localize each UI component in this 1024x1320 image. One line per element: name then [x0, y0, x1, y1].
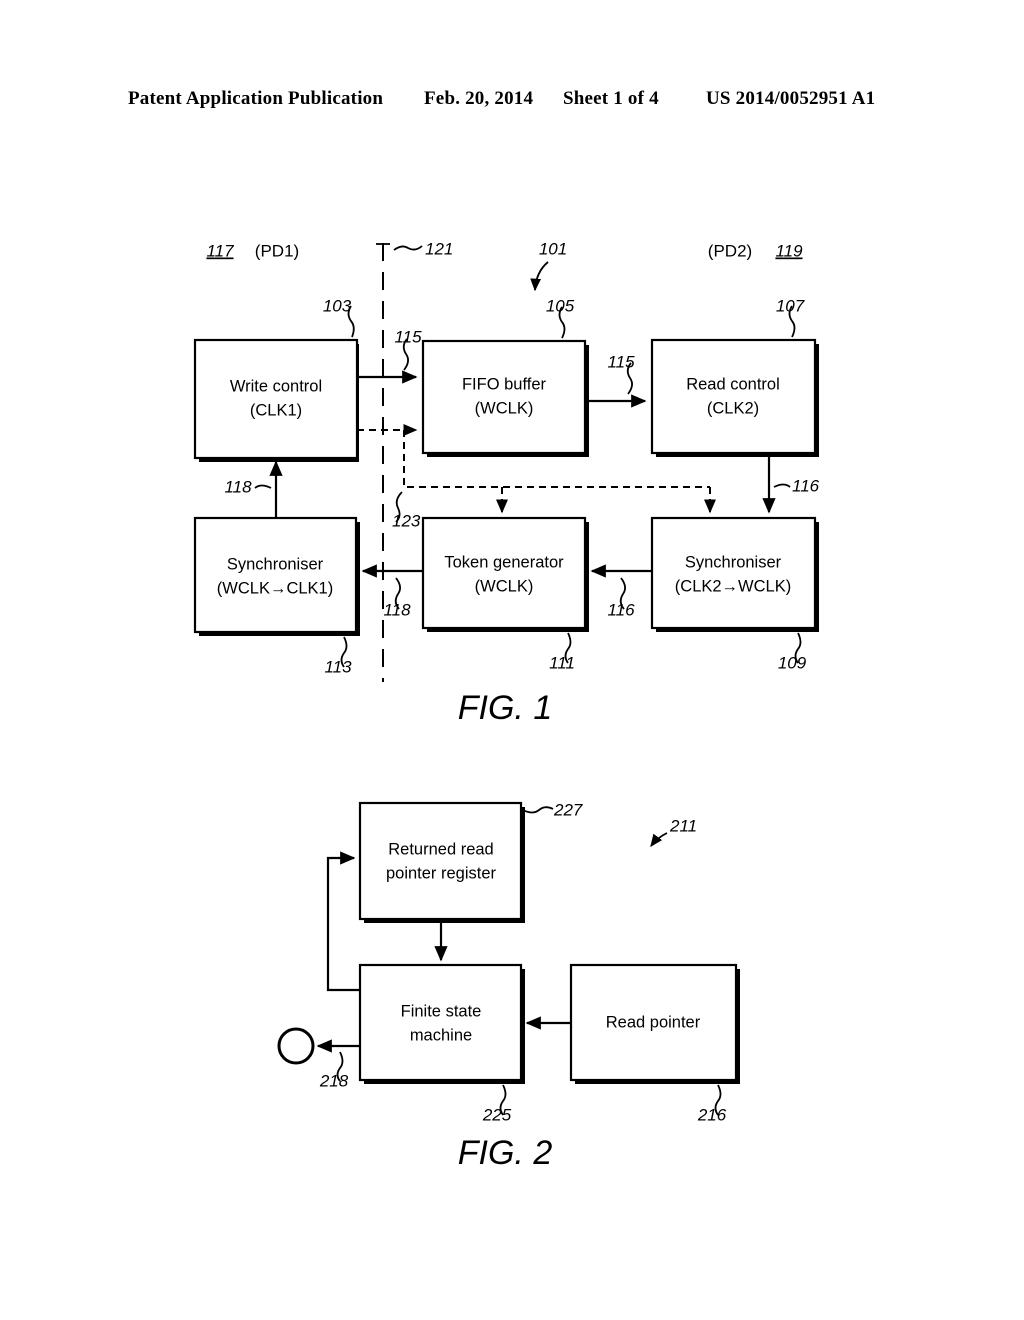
ref-118-a: 118 — [224, 477, 252, 496]
box-write-control — [193, 338, 359, 460]
box-sync2-line1: Synchroniser — [685, 553, 782, 571]
ref-107: 107 — [776, 296, 805, 315]
label-pd2: (PD2) — [708, 241, 752, 260]
box-fsm-line2: machine — [410, 1026, 472, 1044]
figures-drawing: 121 117 (PD1) (PD2) 119 101 Write contro… — [193, 239, 820, 1172]
boundary-leader — [393, 245, 423, 251]
ref-119: 119 — [775, 241, 803, 260]
box-read-control-line1: Read control — [686, 375, 780, 393]
box-fifo-buffer — [421, 339, 587, 455]
box-token-generator — [421, 516, 587, 630]
box-write-control-line1: Write control — [230, 377, 322, 395]
ref-121: 121 — [425, 239, 453, 258]
ref-113: 113 — [324, 657, 352, 676]
box-rrpr-line2: pointer register — [386, 864, 497, 882]
ref-116a-leader — [773, 483, 791, 488]
figure-2-caption: FIG. 2 — [458, 1134, 553, 1172]
box-fifo-buffer-line1: FIFO buffer — [462, 375, 547, 393]
ref-118a-leader — [254, 484, 272, 489]
box-finite-state-machine — [358, 963, 523, 1082]
box-sync1-line1: Synchroniser — [227, 555, 324, 573]
box-fifo-buffer-line2: (WCLK) — [475, 399, 534, 417]
figure-1-caption: FIG. 1 — [458, 689, 552, 727]
box-returned-read-pointer-register — [358, 801, 523, 921]
box-sync2-line2: (CLK2→WCLK) — [675, 577, 791, 595]
box-rrpr-line1: Returned read — [388, 840, 494, 858]
label-pd1: (PD1) — [255, 241, 299, 260]
ref-218: 218 — [319, 1071, 349, 1090]
box-token-generator-line2: (WCLK) — [475, 577, 534, 595]
ref-117: 117 — [206, 241, 234, 260]
ref-116-a: 116 — [792, 476, 820, 495]
ref-115-a: 115 — [394, 327, 422, 346]
ref-227-leader — [522, 806, 554, 814]
box-token-generator-line1: Token generator — [444, 553, 564, 571]
box-read-control-line2: (CLK2) — [707, 399, 759, 417]
box-read-pointer-label: Read pointer — [606, 1013, 701, 1031]
ref-101-leader — [530, 261, 549, 292]
ref-123: 123 — [392, 511, 421, 530]
ref-103: 103 — [323, 296, 352, 315]
ref-115-b: 115 — [607, 352, 635, 371]
wire-fsm-feedback-to-register — [326, 851, 360, 992]
ref-105: 105 — [546, 296, 575, 315]
ref-101: 101 — [539, 239, 567, 258]
ref-118-b: 118 — [383, 600, 411, 619]
box-write-control-line2: (CLK1) — [250, 401, 302, 419]
ref-111: 111 — [549, 653, 575, 672]
ref-211-leader — [650, 832, 668, 848]
box-synchroniser-clk2-wclk — [650, 516, 817, 630]
box-sync1-line2: (WCLK→CLK1) — [217, 579, 333, 597]
patent-sheet: Patent Application Publication Feb. 20, … — [0, 0, 1024, 1320]
ref-225: 225 — [482, 1105, 512, 1124]
box-fsm-line1: Finite state — [401, 1002, 482, 1020]
ref-211: 211 — [669, 816, 697, 835]
box-read-control — [650, 338, 817, 455]
ref-109: 109 — [778, 653, 807, 672]
box-synchroniser-wclk-clk1 — [193, 516, 358, 634]
ref-227: 227 — [553, 800, 583, 819]
output-port-circle — [277, 1027, 315, 1065]
ref-216: 216 — [697, 1105, 727, 1124]
ref-116-b: 116 — [607, 600, 635, 619]
